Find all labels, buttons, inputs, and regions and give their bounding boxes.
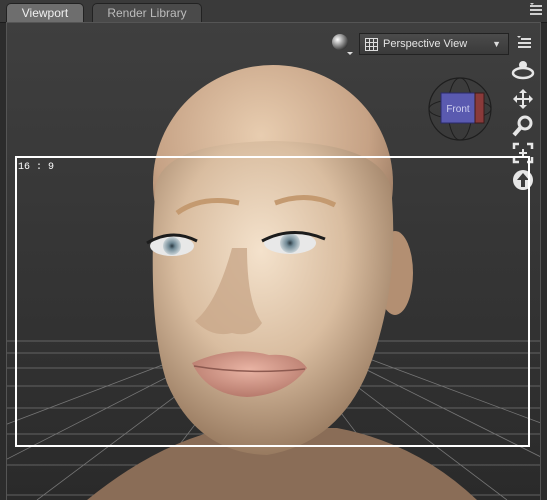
aspect-ratio-label: 16 : 9 [18, 162, 55, 173]
aspect-ratio-frame [15, 156, 530, 447]
tab-bar: Viewport Render Library [0, 0, 547, 23]
orbit-icon[interactable] [511, 59, 535, 81]
camera-view-label: Perspective View [383, 38, 468, 50]
chevron-down-icon: ▼ [492, 39, 501, 49]
viewport-panel[interactable]: Perspective View ▼ Front 16 : 9 [6, 22, 541, 500]
grid-icon [365, 38, 378, 51]
tab-viewport[interactable]: Viewport [6, 3, 84, 23]
zoom-magnifier-icon[interactable] [511, 115, 535, 137]
cube-face-label: Front [446, 104, 470, 115]
camera-view-dropdown[interactable]: Perspective View ▼ [359, 33, 509, 55]
panel-menu-icon[interactable] [529, 3, 543, 17]
render-preview-sphere-icon[interactable] [330, 32, 354, 56]
viewport-menu-icon[interactable] [516, 35, 532, 51]
pan-move-icon[interactable] [511, 88, 535, 110]
view-cube[interactable]: Front [427, 76, 493, 142]
tab-render-library[interactable]: Render Library [92, 3, 202, 23]
